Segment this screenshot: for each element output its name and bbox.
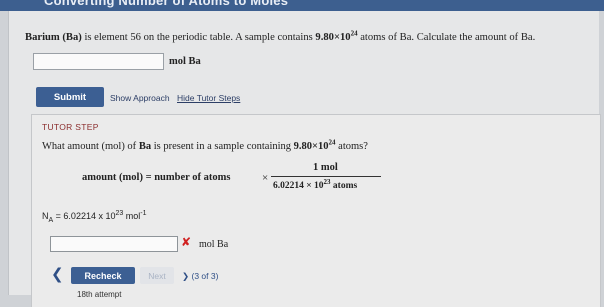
answer-input[interactable] xyxy=(33,53,164,70)
step-progress: ❯ (3 of 3) xyxy=(182,271,218,282)
amount-exponent: 24 xyxy=(350,29,358,38)
header-bar: Converting Number of Atoms to Moles xyxy=(0,0,604,11)
tutor-answer-input[interactable] xyxy=(50,236,178,252)
times-symbol: × xyxy=(262,172,269,184)
fraction-bar xyxy=(271,176,381,177)
tutor-question-part: atoms? xyxy=(335,141,368,152)
page-title: Converting Number of Atoms to Moles xyxy=(44,0,289,8)
problem-card: Barium (Ba) is element 56 on the periodi… xyxy=(8,11,601,307)
tutor-question-part: What amount (mol) of xyxy=(42,141,139,152)
amount-base: 9.80×10 xyxy=(293,141,329,152)
tutor-question: What amount (mol) of Ba is present in a … xyxy=(42,138,368,152)
tutor-panel: TUTOR STEP What amount (mol) of Ba is pr… xyxy=(31,114,601,307)
submit-button[interactable]: Submit xyxy=(36,87,104,107)
denominator-exponent: 23 xyxy=(323,177,331,186)
avogadro-unit: mol xyxy=(123,211,141,221)
fraction-denominator: 6.02214 × 1023 atoms xyxy=(273,177,358,191)
amount-exponent: 24 xyxy=(328,138,336,147)
equation-left: amount (mol) = number of atoms xyxy=(82,172,231,183)
question-text: Barium (Ba) is element 56 on the periodi… xyxy=(25,29,536,43)
tutor-answer-unit: mol Ba xyxy=(199,239,229,250)
question-element: Barium (Ba) xyxy=(25,32,82,43)
question-text-part: atoms of Ba. Calculate the amount of Ba. xyxy=(357,32,536,43)
tutor-question-amount: 9.80×1024 xyxy=(293,138,336,152)
chevron-right-icon[interactable]: ❯ xyxy=(182,271,189,281)
fraction-numerator: 1 mol xyxy=(313,162,338,173)
question-text-part: is element 56 on the periodic table. A s… xyxy=(81,32,316,43)
next-button[interactable]: Next xyxy=(140,267,174,284)
recheck-button[interactable]: Recheck xyxy=(71,267,135,284)
hide-tutor-steps-link[interactable]: Hide Tutor Steps xyxy=(177,93,240,103)
avogadro-constant: NA = 6.02214 x 1023 mol-1 xyxy=(42,210,147,224)
show-approach-link[interactable]: Show Approach xyxy=(110,93,170,103)
avogadro-value: = 6.02214 x 10 xyxy=(53,211,116,221)
tutor-question-element: Ba xyxy=(138,141,152,152)
tutor-heading: TUTOR STEP xyxy=(42,122,99,132)
answer-unit: mol Ba xyxy=(169,56,201,67)
tutor-question-part: is present in a sample containing xyxy=(151,141,294,152)
denominator-base: 6.02214 × 10 xyxy=(273,181,324,191)
avogadro-unit-exponent: -1 xyxy=(140,210,147,217)
question-amount: 9.80×1024 xyxy=(315,29,358,43)
step-progress-label: (3 of 3) xyxy=(191,271,219,281)
denominator-unit: atoms xyxy=(330,181,358,191)
chevron-left-icon[interactable]: ❮ xyxy=(51,265,64,283)
amount-base: 9.80×10 xyxy=(315,32,351,43)
x-mark-icon: ✘ xyxy=(181,235,192,249)
